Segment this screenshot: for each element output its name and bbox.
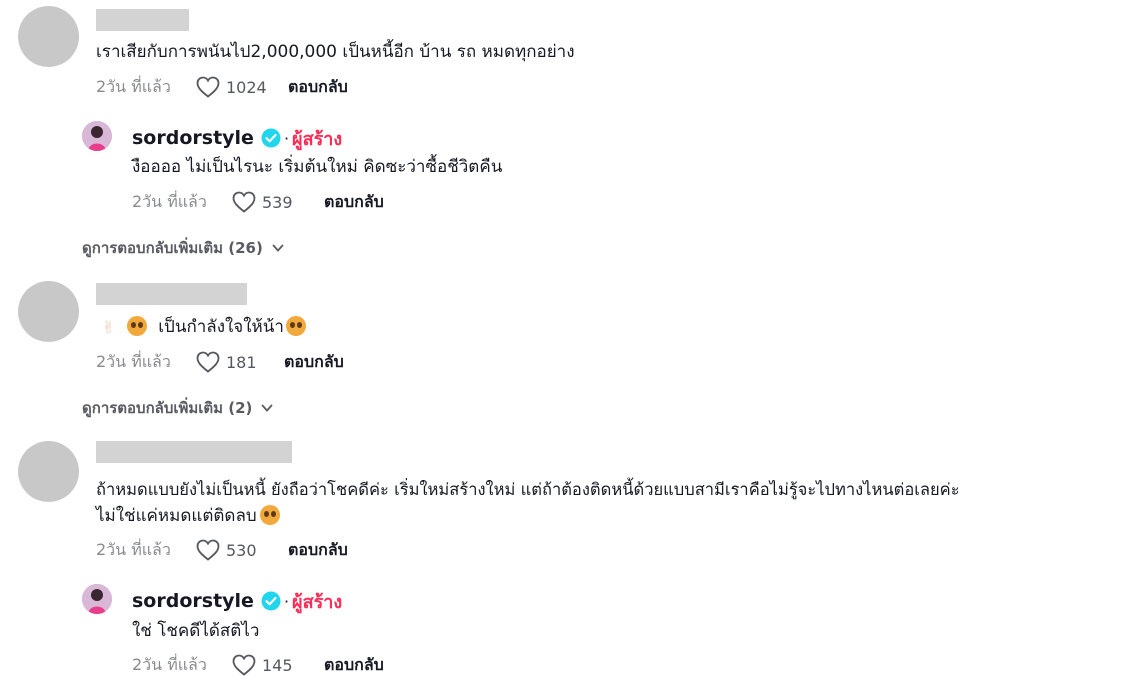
reply-time: 2วัน ที่แล้ว bbox=[132, 654, 207, 674]
creator-reply-text: งืออออ ไม่เป็นไรนะ เริ่มต้นใหม่ คิดซะว่า… bbox=[132, 157, 503, 177]
like-count: 1024 bbox=[226, 77, 267, 97]
view-more-replies-button[interactable]: ดูการตอบกลับเพิ่มเติม (26) bbox=[82, 237, 285, 259]
like-count: 145 bbox=[262, 655, 293, 675]
pleading-face-emoji-icon bbox=[285, 316, 306, 336]
comment-text: เป็นกำลังใจให้น้า bbox=[158, 317, 284, 337]
reply-button[interactable]: ตอบกลับ bbox=[324, 190, 384, 215]
view-more-replies-label: ดูการตอบกลับเพิ่มเติม (2) bbox=[82, 399, 253, 417]
reply-button[interactable]: ตอบกลับ bbox=[284, 350, 344, 375]
creator-username[interactable]: sordorstyle bbox=[132, 590, 254, 612]
separator-dot: · bbox=[283, 591, 290, 611]
chevron-down-icon bbox=[262, 404, 273, 412]
view-more-replies-button[interactable]: ดูการตอบกลับเพิ่มเติม (2) bbox=[82, 397, 274, 419]
creator-username[interactable]: sordorstyle bbox=[132, 127, 254, 149]
creator-avatar-image bbox=[82, 584, 112, 614]
commenter-name-redacted[interactable] bbox=[96, 283, 247, 305]
creator-tag: ผู้สร้าง bbox=[292, 591, 343, 613]
like-button[interactable]: 145 bbox=[232, 654, 324, 676]
verified-badge-icon bbox=[261, 591, 281, 611]
heart-outline-icon bbox=[196, 539, 220, 561]
like-count: 539 bbox=[262, 192, 293, 212]
peace-hand-emoji-icon: ✌ bbox=[102, 318, 116, 337]
heart-outline-icon bbox=[232, 191, 256, 213]
creator-avatar[interactable] bbox=[82, 121, 112, 151]
heart-outline-icon bbox=[196, 76, 220, 98]
comment-time: 2วัน ที่แล้ว bbox=[96, 76, 171, 96]
creator-tag: ผู้สร้าง bbox=[292, 128, 343, 150]
pleading-face-emoji-icon bbox=[259, 505, 280, 525]
commenter-avatar[interactable] bbox=[18, 441, 79, 502]
verified-badge-icon bbox=[261, 128, 281, 148]
heart-outline-icon bbox=[196, 351, 220, 373]
commenter-name-redacted[interactable] bbox=[96, 441, 292, 463]
creator-reply-header: sordorstyle · ผู้สร้าง bbox=[132, 587, 342, 615]
heart-outline-icon bbox=[232, 654, 256, 676]
comment-text: เราเสียกับการพนันไป2,000,000 เป็นหนี้อีก… bbox=[96, 42, 575, 62]
creator-reply-header: sordorstyle · ผู้สร้าง bbox=[132, 124, 342, 152]
reply-button[interactable]: ตอบกลับ bbox=[288, 538, 348, 563]
like-count: 181 bbox=[226, 352, 257, 372]
comment-text-line2: ไม่ใช่แค่หมดแต่ติดลบ bbox=[96, 506, 257, 526]
comment-time: 2วัน ที่แล้ว bbox=[96, 351, 171, 371]
comment-text-row: ✌ เป็นกำลังใจให้น้า bbox=[102, 314, 306, 341]
comment-text-row: ไม่ใช่แค่หมดแต่ติดลบ bbox=[96, 503, 280, 529]
creator-reply-text: ใช่ โชคดีได้สติไว bbox=[132, 621, 260, 641]
like-button[interactable]: 181 bbox=[196, 351, 284, 373]
creator-reply-meta: 2วัน ที่แล้ว 145 ตอบกลับ bbox=[132, 653, 384, 677]
like-count: 530 bbox=[226, 540, 257, 560]
like-button[interactable]: 1024 bbox=[196, 76, 288, 98]
comment-text-line1: ถ้าหมดแบบยังไม่เป็นหนี้ ยังถือว่าโชคดีค่… bbox=[96, 480, 960, 499]
comment-time: 2วัน ที่แล้ว bbox=[96, 539, 171, 559]
like-button[interactable]: 530 bbox=[196, 539, 288, 561]
creator-avatar[interactable] bbox=[82, 584, 112, 614]
comment-meta: 2วัน ที่แล้ว 181 ตอบกลับ bbox=[96, 350, 344, 374]
reply-time: 2วัน ที่แล้ว bbox=[132, 191, 207, 211]
creator-avatar-image bbox=[82, 121, 112, 151]
comment-meta: 2วัน ที่แล้ว 1024 ตอบกลับ bbox=[96, 75, 348, 99]
chevron-down-icon bbox=[272, 244, 284, 252]
reply-button[interactable]: ตอบกลับ bbox=[324, 653, 384, 678]
commenter-avatar[interactable] bbox=[18, 281, 79, 342]
pleading-face-emoji-icon bbox=[126, 316, 147, 336]
creator-reply-meta: 2วัน ที่แล้ว 539 ตอบกลับ bbox=[132, 190, 384, 214]
commenter-name-redacted[interactable] bbox=[96, 9, 189, 31]
reply-button[interactable]: ตอบกลับ bbox=[288, 75, 348, 100]
separator-dot: · bbox=[283, 128, 290, 148]
like-button[interactable]: 539 bbox=[232, 191, 324, 213]
commenter-avatar[interactable] bbox=[18, 6, 79, 67]
view-more-replies-label: ดูการตอบกลับเพิ่มเติม (26) bbox=[82, 239, 263, 257]
comment-meta: 2วัน ที่แล้ว 530 ตอบกลับ bbox=[96, 538, 348, 562]
